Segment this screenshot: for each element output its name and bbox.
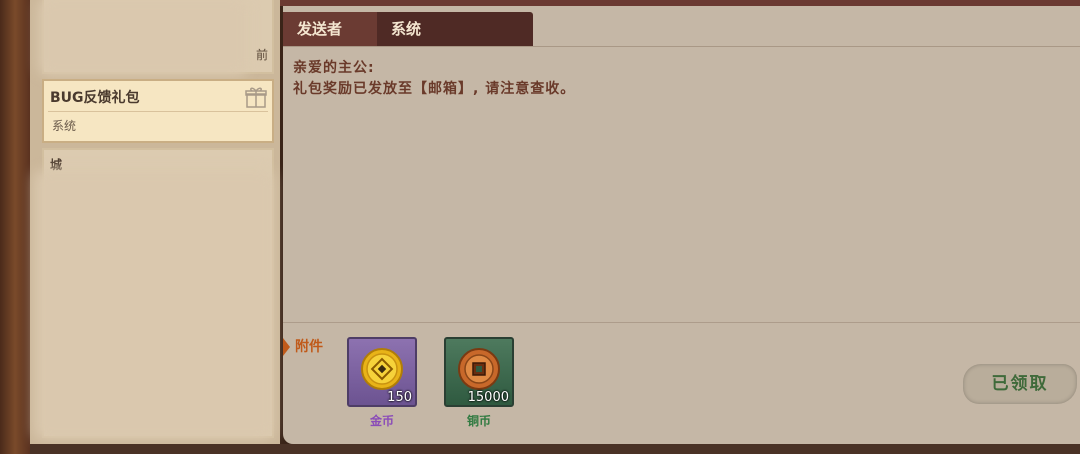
sender-value: 系统 — [377, 12, 533, 46]
body-line: 礼包奖励已发放至【邮箱】, 请注意查收。 — [293, 81, 576, 97]
item-name: 铜币 — [466, 414, 491, 428]
attachment-gold-coin[interactable]: 150 — [347, 337, 417, 407]
item-name: 金币 — [369, 414, 394, 428]
gold-coin-icon — [361, 348, 403, 390]
divider — [48, 111, 268, 112]
attachment-copper-coin[interactable]: 15000 — [444, 337, 514, 407]
attachments-label: 附件 — [283, 336, 323, 358]
greeting-line: 亲爱的主公: — [293, 60, 375, 76]
partial-text: 前 — [255, 48, 268, 62]
mail-list[interactable]: 前 BUG反馈礼包 系统 城 — [30, 0, 280, 454]
mail-item-3[interactable]: 城 — [34, 148, 274, 440]
mail-item-bug-gift[interactable]: BUG反馈礼包 系统 — [42, 79, 274, 143]
mail-sender: 系统 — [52, 119, 77, 133]
divider — [283, 46, 1080, 47]
sender-label: 发送者 — [283, 12, 377, 46]
divider — [283, 322, 1080, 323]
mail-detail-panel: 发送者 系统 亲爱的主公: 礼包奖励已发放至【邮箱】, 请注意查收。 附件 15… — [283, 6, 1080, 444]
item-count: 15000 — [467, 390, 509, 405]
mail-title: BUG反馈礼包 — [50, 90, 140, 106]
item-count: 150 — [387, 390, 412, 405]
claimed-button[interactable]: 已领取 — [963, 364, 1077, 404]
blur-mask — [38, 0, 248, 76]
wooden-frame-left — [0, 0, 30, 454]
wooden-frame-bottom — [30, 444, 1080, 454]
gift-box-icon — [245, 87, 267, 108]
mail-body: 亲爱的主公: 礼包奖励已发放至【邮箱】, 请注意查收。 — [293, 58, 575, 100]
copper-coin-icon — [458, 348, 500, 390]
blur-mask — [34, 170, 274, 440]
mail-item-1[interactable]: 前 — [38, 0, 274, 76]
